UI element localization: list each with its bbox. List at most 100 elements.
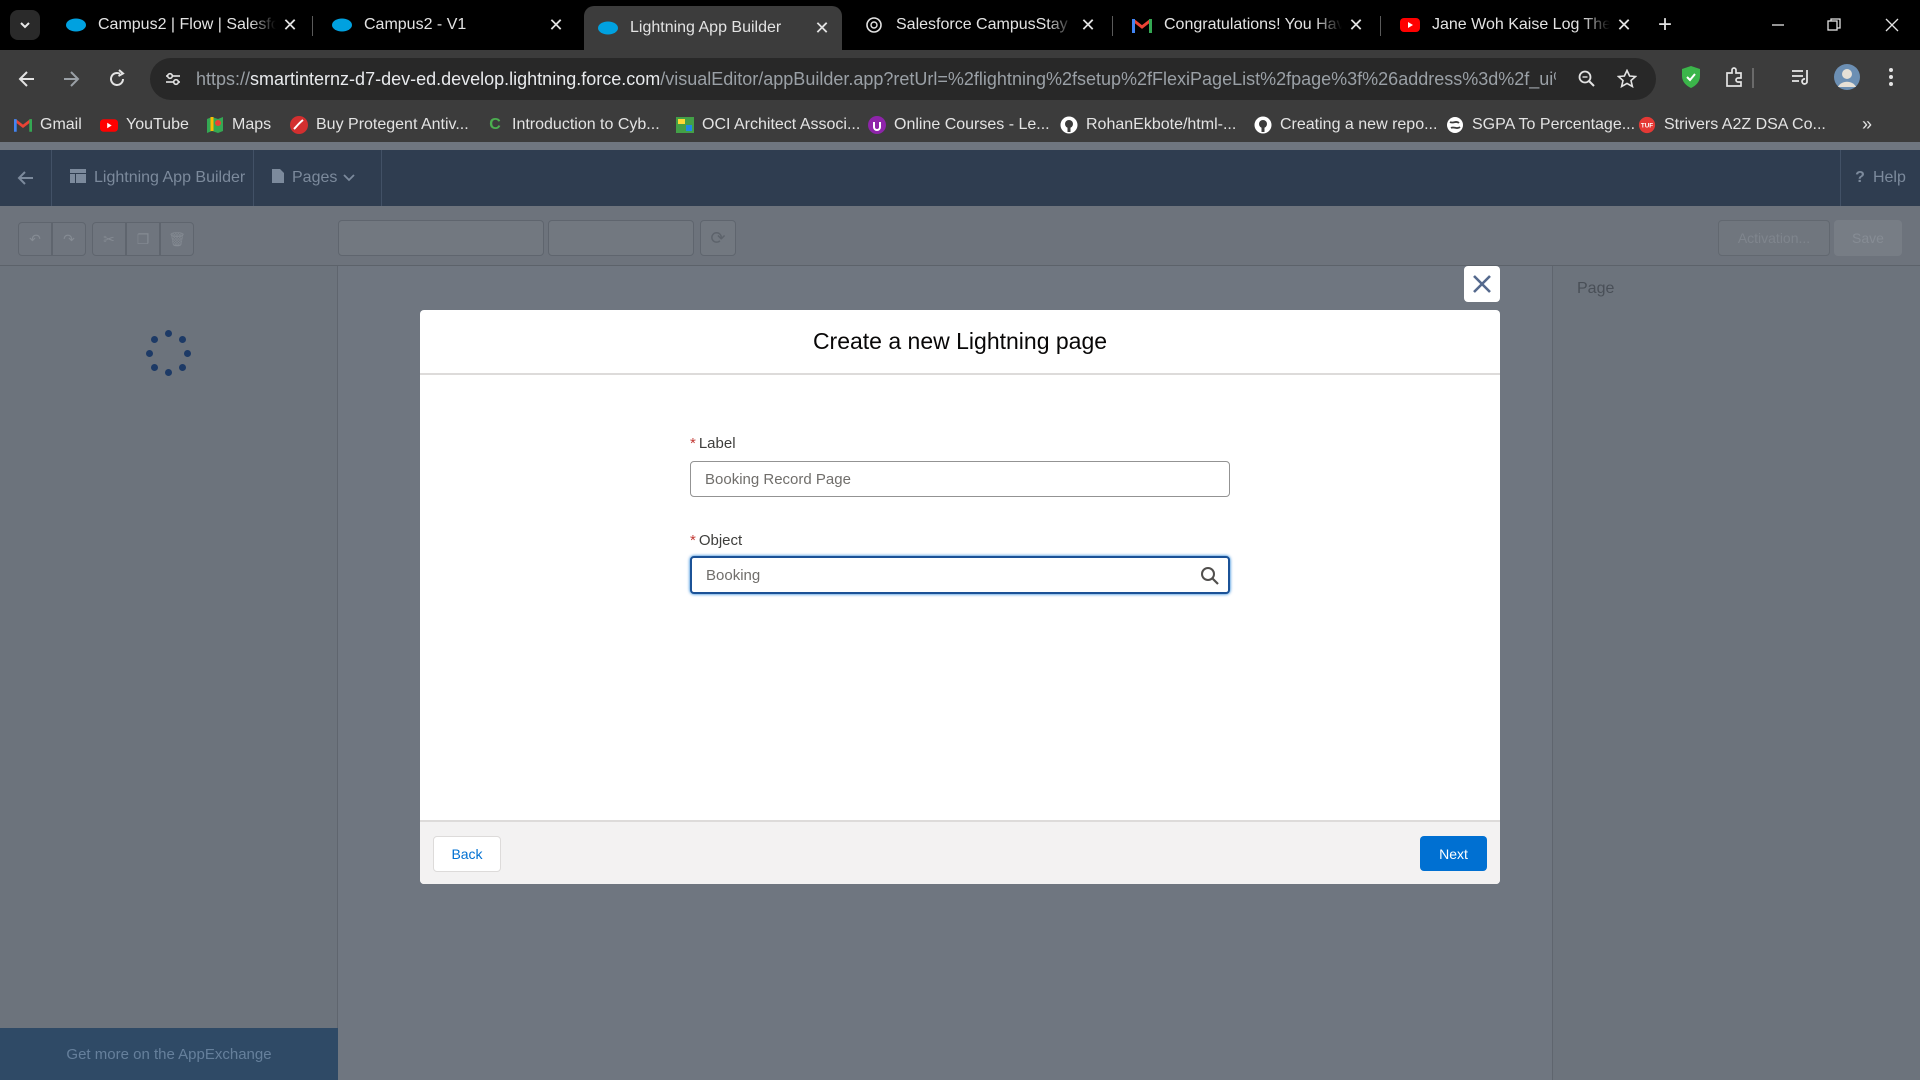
next-button[interactable]: Next bbox=[1420, 836, 1487, 871]
pages-menu[interactable]: Pages bbox=[254, 150, 382, 206]
browser-tab[interactable]: Salesforce CampusStay Implementation ✕ bbox=[850, 6, 1108, 44]
tab-title: Campus2 - V1 bbox=[364, 16, 467, 33]
extensions-puzzle-icon[interactable] bbox=[1720, 62, 1750, 92]
appexchange-link[interactable]: Get more on the AppExchange bbox=[0, 1028, 338, 1080]
online-courses-icon bbox=[868, 116, 886, 134]
bookmark-new-repo[interactable]: Creating a new repo... bbox=[1254, 114, 1437, 136]
object-field-text: Object bbox=[698, 532, 743, 549]
tab-search-button[interactable] bbox=[10, 10, 40, 40]
back-arrow-icon[interactable] bbox=[10, 62, 44, 96]
label-field-label: * Label bbox=[690, 435, 736, 452]
save-button[interactable]: Save bbox=[1834, 220, 1902, 256]
close-tab-icon[interactable]: ✕ bbox=[1074, 15, 1102, 36]
bookmarks-bar: Gmail YouTube Maps Buy Protegent Antiv..… bbox=[0, 108, 1920, 142]
address-bar[interactable]: https://smartinternz-d7-dev-ed.develop.l… bbox=[150, 58, 1656, 100]
zoom-icon[interactable] bbox=[1574, 66, 1600, 92]
browser-tab-strip: Campus2 | Flow | Salesforce ✕ Campus2 - … bbox=[0, 0, 1920, 50]
toolbar-divider bbox=[1752, 68, 1754, 88]
form-factor-picker[interactable] bbox=[338, 220, 544, 256]
reload-icon[interactable] bbox=[100, 62, 134, 96]
help-link[interactable]: ? Help bbox=[1840, 150, 1920, 206]
tab-separator bbox=[312, 16, 313, 36]
bookmark-maps[interactable]: Maps bbox=[206, 114, 271, 136]
bookmark-star-icon[interactable] bbox=[1614, 66, 1640, 92]
url-path: /visualEditor/appBuilder.app?retUrl=%2fl… bbox=[660, 69, 1556, 89]
search-icon[interactable] bbox=[1200, 566, 1220, 586]
page-icon bbox=[272, 169, 284, 187]
redo-icon[interactable]: ↷ bbox=[52, 222, 86, 256]
cut-icon[interactable]: ✂ bbox=[92, 222, 126, 256]
course-icon: C bbox=[489, 116, 501, 133]
close-tab-icon[interactable]: ✕ bbox=[808, 18, 836, 39]
github-icon bbox=[1060, 116, 1078, 134]
bookmark-label: Maps bbox=[232, 116, 272, 133]
bookmark-label: Introduction to Cyb... bbox=[512, 116, 660, 133]
copy-icon[interactable]: ❐ bbox=[126, 222, 160, 256]
label-field-text: Label bbox=[698, 435, 736, 452]
bookmark-label: SGPA To Percentage... bbox=[1472, 116, 1636, 133]
bookmark-label: RohanEkbote/html-... bbox=[1086, 116, 1237, 133]
create-lightning-page-modal: Create a new Lightning page * Label Booki… bbox=[420, 310, 1500, 884]
bookmark-youtube[interactable]: YouTube bbox=[100, 114, 189, 136]
bookmark-oci[interactable]: OCI Architect Associ... bbox=[676, 114, 860, 136]
restore-icon[interactable] bbox=[1814, 8, 1854, 42]
salesforce-cloud-icon bbox=[332, 15, 352, 35]
browser-tab[interactable]: Campus2 | Flow | Salesforce ✕ bbox=[52, 6, 310, 44]
object-search-input[interactable]: Booking bbox=[690, 556, 1230, 594]
gmail-icon bbox=[14, 116, 32, 134]
object-input-value: Booking bbox=[706, 566, 761, 584]
close-tab-icon[interactable]: ✕ bbox=[276, 15, 304, 36]
tuf-icon: TUF bbox=[1638, 116, 1656, 134]
profile-avatar[interactable] bbox=[1832, 62, 1862, 92]
salesforce-cloud-icon bbox=[598, 18, 618, 38]
shield-extension-icon[interactable] bbox=[1676, 62, 1706, 92]
browser-tab-active[interactable]: Lightning App Builder ✕ bbox=[584, 6, 842, 50]
browser-menu-icon[interactable] bbox=[1876, 62, 1906, 92]
tab-title: Campus2 | Flow | Salesforce bbox=[98, 16, 276, 33]
bookmark-github-repo[interactable]: RohanEkbote/html-... bbox=[1060, 114, 1236, 136]
undo-icon[interactable]: ↶ bbox=[18, 222, 52, 256]
globe-icon bbox=[1446, 116, 1464, 134]
label-input-value: Booking Record Page bbox=[705, 470, 851, 488]
pages-menu-label: Pages bbox=[292, 169, 338, 186]
new-tab-button[interactable]: + bbox=[1650, 10, 1680, 40]
modal-close-button[interactable] bbox=[1464, 266, 1500, 302]
back-button[interactable]: Back bbox=[433, 836, 501, 872]
activation-button[interactable]: Activation... bbox=[1718, 220, 1830, 256]
close-tab-icon[interactable]: ✕ bbox=[542, 15, 570, 36]
youtube-icon bbox=[1400, 15, 1420, 35]
url-text[interactable]: https://smartinternz-d7-dev-ed.develop.l… bbox=[196, 69, 1556, 90]
minimize-icon[interactable] bbox=[1758, 8, 1798, 42]
bookmark-label: Online Courses - Le... bbox=[894, 116, 1050, 133]
properties-panel: Page bbox=[1552, 266, 1920, 1080]
forward-arrow-icon[interactable] bbox=[54, 62, 88, 96]
more-bookmarks-icon[interactable]: » bbox=[1862, 114, 1872, 135]
url-host: smartinternz-d7-dev-ed.develop.lightning… bbox=[250, 69, 661, 89]
site-settings-icon[interactable] bbox=[162, 68, 184, 90]
question-icon: ? bbox=[1855, 169, 1865, 186]
browser-tab[interactable]: Jane Woh Kaise Log The - Cover ✕ bbox=[1386, 6, 1644, 44]
close-window-icon[interactable] bbox=[1872, 8, 1912, 42]
chevron-down-icon bbox=[20, 22, 30, 29]
browser-tab[interactable]: Congratulations! You Have ✕ bbox=[1118, 6, 1376, 44]
bookmark-protegent[interactable]: Buy Protegent Antiv... bbox=[290, 114, 469, 136]
bookmark-sgpa[interactable]: SGPA To Percentage... bbox=[1446, 114, 1635, 136]
delete-icon[interactable]: 🗑 bbox=[160, 222, 194, 256]
bookmark-online-courses[interactable]: Online Courses - Le... bbox=[868, 114, 1050, 136]
modal-title: Create a new Lightning page bbox=[420, 310, 1500, 375]
media-controls-icon[interactable] bbox=[1786, 62, 1816, 92]
object-field-label: * Object bbox=[690, 532, 742, 549]
chatgpt-icon bbox=[864, 15, 884, 35]
browser-tab[interactable]: Campus2 - V1 ✕ bbox=[318, 6, 576, 44]
page-size-picker[interactable] bbox=[548, 220, 694, 256]
close-tab-icon[interactable]: ✕ bbox=[1342, 15, 1370, 36]
bookmark-label: YouTube bbox=[126, 116, 189, 133]
bookmark-gmail[interactable]: Gmail bbox=[14, 114, 82, 136]
close-tab-icon[interactable]: ✕ bbox=[1610, 15, 1638, 36]
refresh-icon[interactable]: ⟳ bbox=[700, 220, 736, 256]
bookmark-strivers[interactable]: TUF Strivers A2Z DSA Co... bbox=[1638, 114, 1826, 136]
close-icon bbox=[1473, 275, 1491, 293]
label-input[interactable]: Booking Record Page bbox=[690, 461, 1230, 497]
bookmark-cyber-course[interactable]: C Introduction to Cyb... bbox=[486, 114, 660, 136]
back-arrow-icon[interactable] bbox=[0, 150, 52, 206]
